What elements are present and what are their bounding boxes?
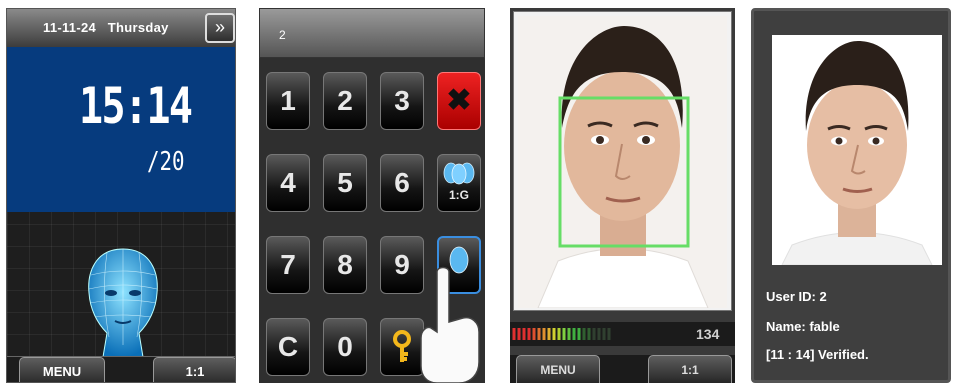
status-bar: 11-11-24 Thursday » xyxy=(7,9,235,47)
key-6[interactable]: 6 xyxy=(380,154,424,212)
date-value: 11-11-24 xyxy=(43,20,97,35)
key-8[interactable]: 8 xyxy=(323,236,367,294)
key-1[interactable]: 1 xyxy=(266,72,310,130)
wireframe-head-icon xyxy=(88,248,158,357)
date-label: 11-11-24 Thursday xyxy=(43,20,169,35)
pointing-hand-icon xyxy=(420,266,480,383)
menu-button[interactable]: MENU xyxy=(19,357,105,382)
key-2[interactable]: 2 xyxy=(323,72,367,130)
clock-display: 15:14 /20 xyxy=(7,47,235,212)
live-face-image xyxy=(518,16,727,308)
camera-view xyxy=(513,11,732,311)
verification-result-screen: User ID: 2 Name: fable [11 : 14] Verifie… xyxy=(751,8,951,383)
clear-button[interactable]: C xyxy=(266,318,310,376)
weekday-value: Thursday xyxy=(107,20,169,35)
face-capture-screen: 134 MENU 1:1 xyxy=(510,8,735,383)
group-verify-label: 1:G xyxy=(448,188,469,202)
double-chevron-right-icon: » xyxy=(214,17,225,37)
verify-mode-button[interactable]: 1:1 xyxy=(153,357,235,382)
key-9[interactable]: 9 xyxy=(380,236,424,294)
group-faces-icon xyxy=(443,162,475,185)
key-icon xyxy=(393,330,411,362)
user-photo xyxy=(772,35,942,266)
id-input-value: 2 xyxy=(279,28,286,42)
group-verify-button[interactable]: 1:G xyxy=(437,154,481,212)
menu-button[interactable]: MENU xyxy=(516,355,600,383)
bottom-bar: MENU 1:1 xyxy=(7,356,235,382)
standby-screen: 11-11-24 Thursday » 15:14 /20 MENU 1:1 xyxy=(6,8,236,383)
delete-x-icon: ✖ xyxy=(446,84,472,117)
key-7[interactable]: 7 xyxy=(266,236,310,294)
quality-value: 134 xyxy=(696,326,720,342)
enrolled-face-image xyxy=(772,35,942,266)
bottom-bar: MENU 1:1 xyxy=(510,355,735,383)
quality-bar-graph xyxy=(512,328,611,340)
keypad-screen: 2 1 2 3 ✖ 4 5 6 1:G 7 8 9 C 0 xyxy=(259,8,485,383)
time-value: 15:14 xyxy=(79,77,193,135)
verify-mode-button[interactable]: 1:1 xyxy=(648,355,732,383)
next-page-button[interactable]: » xyxy=(205,13,235,43)
id-input-field[interactable]: 2 xyxy=(259,8,485,58)
key-4[interactable]: 4 xyxy=(266,154,310,212)
key-3[interactable]: 3 xyxy=(380,72,424,130)
user-id-label: User ID: 2 xyxy=(766,289,827,304)
key-0[interactable]: 0 xyxy=(323,318,367,376)
user-name-label: Name: fable xyxy=(766,319,840,334)
day-of-month: /20 xyxy=(147,147,185,177)
verification-status: [11 : 14] Verified. xyxy=(766,347,869,362)
key-5[interactable]: 5 xyxy=(323,154,367,212)
delete-button[interactable]: ✖ xyxy=(437,72,481,130)
password-button[interactable] xyxy=(380,318,424,376)
